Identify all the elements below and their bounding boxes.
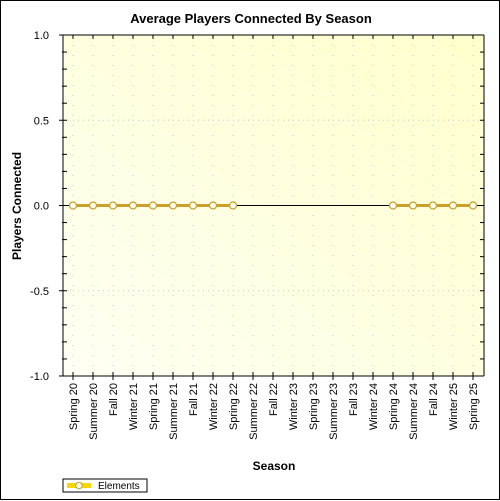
data-point [88,201,98,210]
x-tick-label: Fall 20 [108,383,120,416]
data-point [408,201,418,210]
data-point [468,201,478,210]
x-tick-label: Summer 20 [88,383,100,440]
x-tick-label: Fall 23 [348,383,360,416]
y-tick-label: -0.5 [30,286,49,298]
x-tick-label: Winter 21 [128,383,140,430]
legend-label-elements: Elements [98,481,140,492]
x-tick-label: Winter 23 [288,383,300,430]
x-tick-label: Spring 20 [68,383,80,430]
data-point [168,201,178,210]
y-axis-title: Players Connected [10,152,24,260]
data-point [188,201,198,210]
x-tick-label: Spring 23 [308,383,320,430]
data-point [68,201,78,210]
x-tick-label: Summer 21 [168,383,180,440]
x-tick-label: Spring 25 [468,383,480,430]
x-tick-label: Winter 22 [208,383,220,430]
legend-marker-icon [75,481,83,490]
x-tick-label: Winter 24 [368,383,380,430]
x-tick-label: Winter 25 [448,383,460,430]
data-point [428,201,438,210]
x-tick-label: Spring 22 [228,383,240,430]
legend: Elements [62,478,148,493]
x-axis-title: Season [253,459,296,473]
x-tick-label: Fall 21 [188,383,200,416]
y-tick-label: 0.5 [34,115,49,127]
data-point [108,201,118,210]
x-tick-label: Summer 23 [328,383,340,440]
x-tick-label: Summer 22 [248,383,260,440]
x-tick-label: Summer 24 [408,383,420,440]
data-point [228,201,238,210]
data-point [128,201,138,210]
data-point [448,201,458,210]
chart-frame: Average Players Connected By Season 1.0 0… [0,0,500,500]
chart-title: Average Players Connected By Season [130,11,372,26]
y-tick-label: 0.0 [34,201,49,213]
y-tick-label: 1.0 [34,30,49,42]
line-chart: Average Players Connected By Season 1.0 0… [10,11,485,493]
x-tick-label: Spring 21 [148,383,160,430]
data-point [148,201,158,210]
x-tick-label: Fall 22 [268,383,280,416]
y-tick-label: -1.0 [30,371,49,383]
data-point [388,201,398,210]
x-tick-label: Fall 24 [428,383,440,416]
data-point [208,201,218,210]
x-tick-label: Spring 24 [388,383,400,430]
